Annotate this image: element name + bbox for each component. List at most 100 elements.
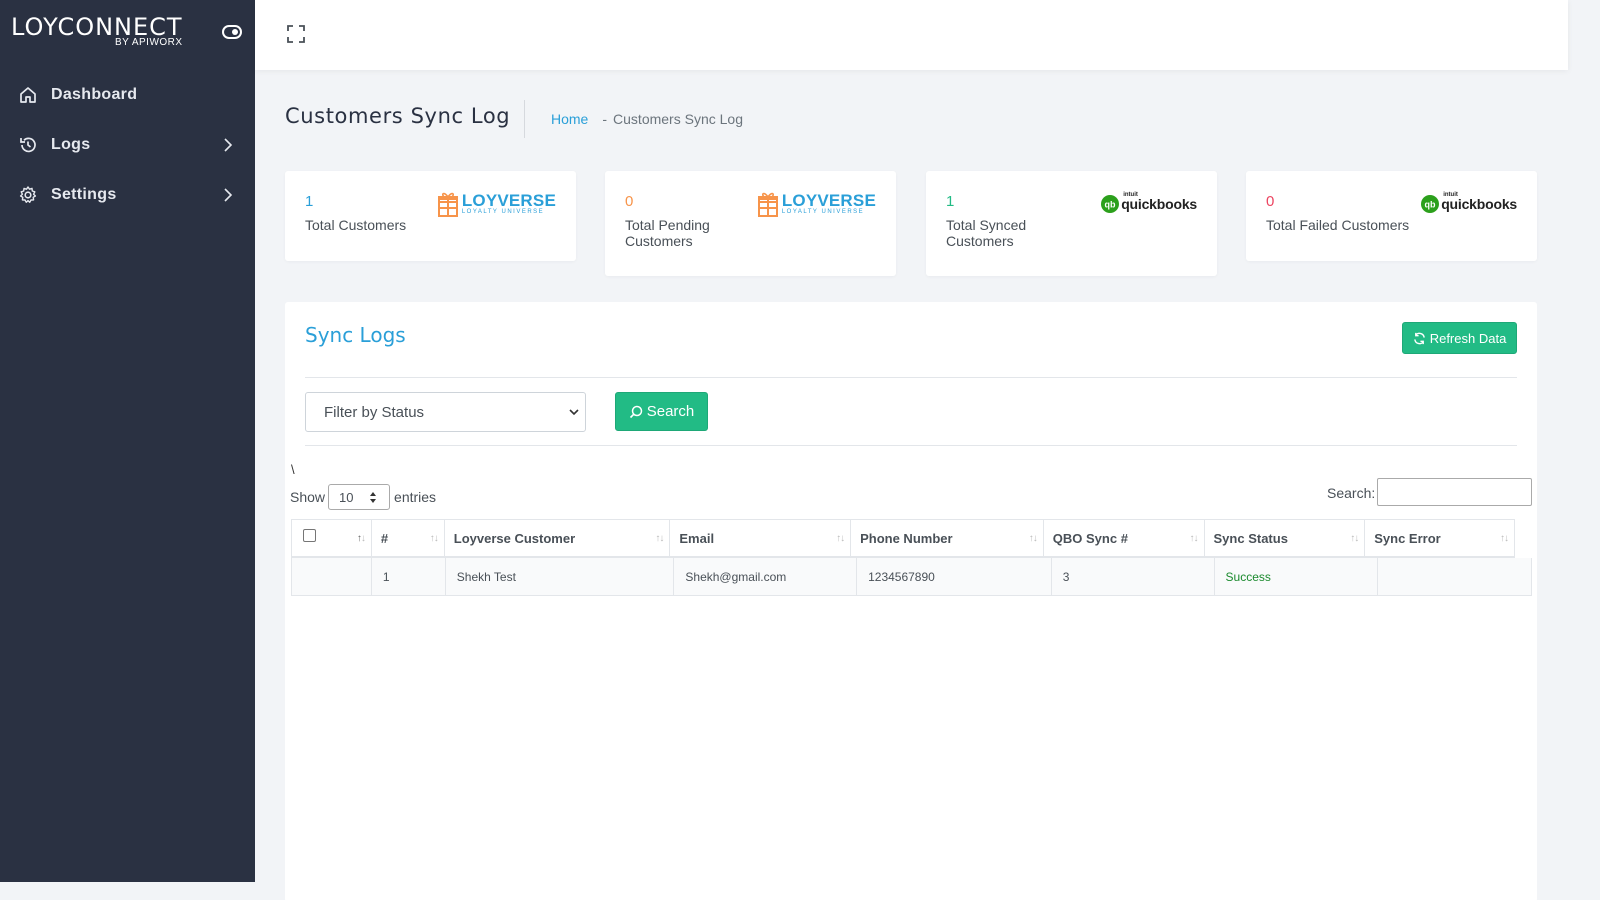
sort-icon: ↑↓ — [655, 533, 664, 544]
sort-icon: ↑↓ — [836, 533, 845, 544]
panel-title: Sync Logs — [305, 323, 406, 347]
loyverse-logo-text: LOYVERSE — [781, 191, 876, 210]
sidebar-item-logs[interactable]: Logs — [0, 120, 255, 170]
entries-select[interactable]: 10 — [328, 484, 391, 510]
toggle-sidebar-icon[interactable] — [222, 25, 242, 39]
column-header-sync-status[interactable]: Sync Status ↑↓ — [1205, 520, 1366, 556]
quickbooks-mark-icon: qb — [1101, 195, 1120, 213]
column-header-label: # — [380, 530, 389, 546]
sync-logs-panel: Sync Logs Refresh Data Filter by Status … — [285, 302, 1537, 900]
divider — [305, 445, 1517, 446]
home-icon — [18, 85, 38, 105]
loyverse-logo: LOYVERSE LOYALTY UNIVERSE — [437, 191, 556, 217]
column-header-label: Sync Error — [1374, 530, 1441, 546]
search-button-label: Search — [646, 403, 695, 420]
loyverse-gift-icon — [757, 192, 778, 217]
sidebar-item-dashboard[interactable]: Dashboard — [0, 70, 255, 120]
row-sync-status-cell: Success — [1215, 558, 1379, 595]
column-header-number[interactable]: # ↑↓ — [372, 520, 445, 556]
column-header-loyverse-customer[interactable]: Loyverse Customer ↑↓ — [445, 520, 671, 556]
stat-card-failed-customers: 0 Total Failed Customers qb intuit quick… — [1246, 171, 1537, 261]
fullscreen-icon[interactable] — [286, 24, 306, 44]
stat-label: Total Failed Customers — [1266, 217, 1410, 233]
sidebar-nav: Dashboard Logs Settings — [0, 70, 255, 220]
sort-icon: ↑↓ — [1189, 533, 1199, 544]
sidebar: LOYCONNECT BY APIWORX Dashboard Logs Set — [0, 0, 255, 882]
select-all-checkbox[interactable] — [303, 528, 316, 542]
search-icon — [629, 405, 642, 418]
quickbooks-logo: qb intuit quickbooks — [1421, 192, 1517, 213]
column-header-email[interactable]: Email ↑↓ — [670, 520, 852, 556]
history-icon — [18, 135, 38, 155]
quickbooks-logo-text: quickbooks — [1441, 196, 1517, 212]
loyverse-gift-icon — [437, 192, 458, 217]
table-header: ↑↓ # ↑↓ Loyverse Customer ↑↓ Email ↑↓ Ph… — [291, 519, 1515, 558]
loyverse-logo-tagline: LOYALTY UNIVERSE — [781, 209, 865, 215]
breadcrumb-separator: - — [602, 111, 608, 127]
sidebar-item-label: Logs — [51, 136, 91, 153]
chevron-right-icon — [224, 188, 233, 202]
quickbooks-mark-text: qb — [1105, 200, 1116, 210]
search-button[interactable]: Search — [615, 392, 708, 431]
updown-arrows-icon — [370, 492, 377, 503]
table-row[interactable]: 1 Shekh Test Shekh@gmail.com 1234567890 … — [291, 558, 1532, 596]
refresh-data-label: Refresh Data — [1429, 330, 1507, 346]
topbar — [255, 0, 1568, 70]
stat-label: Total Customers — [305, 217, 407, 233]
sort-icon: ↑↓ — [429, 533, 439, 544]
row-number-cell: 1 — [372, 558, 446, 595]
column-header-sync-error[interactable]: Sync Error ↑↓ — [1365, 520, 1514, 556]
sort-icon: ↑↓ — [1350, 533, 1359, 544]
chevron-down-icon — [569, 409, 579, 416]
column-header-label: Loyverse Customer — [453, 530, 576, 546]
stat-card-pending-customers: 0 Total Pending Customers LOYVERSE LOYAL… — [605, 171, 896, 276]
quickbooks-logo-prefix: intuit — [1123, 192, 1138, 198]
row-email-cell: Shekh@gmail.com — [674, 558, 858, 595]
breadcrumb-current: Customers Sync Log — [613, 111, 743, 127]
stat-label: Total Pending Customers — [625, 217, 710, 249]
column-header-phone-number[interactable]: Phone Number ↑↓ — [851, 520, 1044, 556]
loyverse-logo-tagline: LOYALTY UNIVERSE — [461, 209, 545, 215]
sidebar-item-settings[interactable]: Settings — [0, 170, 255, 220]
filter-status-select[interactable]: Filter by Status — [305, 392, 586, 432]
quickbooks-logo-prefix: intuit — [1443, 192, 1458, 198]
table-search-label: Search: — [1327, 485, 1376, 501]
stat-card-synced-customers: 1 Total Synced Customers qb intuit quick… — [926, 171, 1217, 276]
column-header-label: QBO Sync # — [1052, 530, 1128, 546]
column-header-label: Phone Number — [860, 530, 953, 546]
chevron-right-icon — [224, 138, 233, 152]
brand: LOYCONNECT BY APIWORX — [0, 0, 255, 70]
show-label: Show — [290, 489, 326, 505]
quickbooks-mark-icon: qb — [1421, 195, 1440, 213]
row-select-cell — [292, 558, 372, 595]
stat-label: Total Synced Customers — [946, 217, 1027, 249]
entries-length-control: Show 10 entries — [290, 484, 436, 510]
sync-log-table: ↑↓ # ↑↓ Loyverse Customer ↑↓ Email ↑↓ Ph… — [291, 519, 1532, 596]
loyverse-logo-text: LOYVERSE — [461, 191, 556, 210]
table-search-input[interactable] — [1377, 478, 1532, 506]
stat-value: 0 — [1266, 193, 1275, 210]
stat-value: 1 — [305, 193, 314, 210]
sort-icon: ↑↓ — [1028, 533, 1038, 544]
row-customer-cell: Shekh Test — [446, 558, 675, 595]
title-divider — [524, 100, 525, 138]
breadcrumb-home-link[interactable]: Home — [551, 111, 588, 127]
column-header-select[interactable]: ↑↓ — [292, 520, 372, 556]
row-phone-cell: 1234567890 — [857, 558, 1052, 595]
stat-value: 1 — [946, 193, 955, 210]
gear-icon — [18, 185, 38, 205]
stat-value: 0 — [625, 193, 634, 210]
sidebar-item-label: Dashboard — [51, 86, 138, 103]
row-sync-error-cell — [1378, 558, 1531, 595]
divider — [305, 377, 1517, 378]
refresh-data-button[interactable]: Refresh Data — [1402, 322, 1517, 354]
row-qbo-sync-cell: 3 — [1052, 558, 1215, 595]
column-header-qbo-sync[interactable]: QBO Sync # ↑↓ — [1044, 520, 1205, 556]
stray-text: \ — [291, 462, 295, 477]
brand-logo[interactable]: LOYCONNECT BY APIWORX — [11, 13, 183, 48]
stat-card-total-customers: 1 Total Customers LOYVERSE LOYALTY UNIVE… — [285, 171, 576, 261]
breadcrumb: Home - Customers Sync Log — [551, 111, 743, 127]
filter-status-value: Filter by Status — [324, 403, 425, 421]
refresh-icon — [1413, 332, 1425, 344]
entries-label: entries — [394, 489, 437, 505]
